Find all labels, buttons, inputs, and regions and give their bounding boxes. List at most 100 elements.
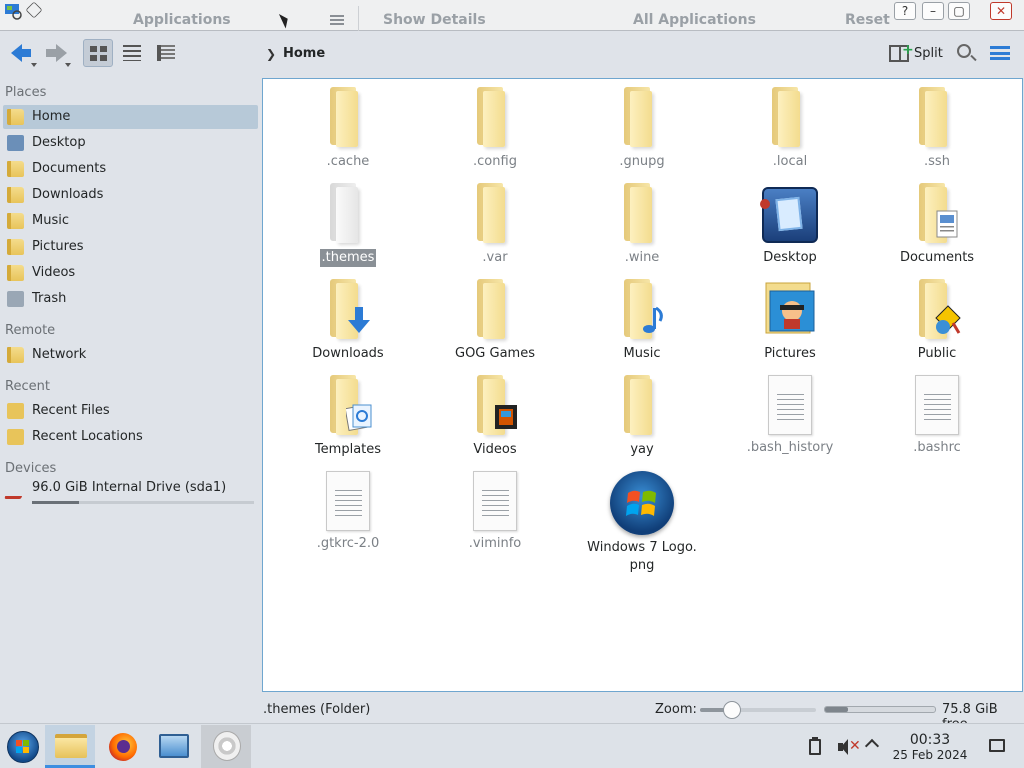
sidebar-item-pictures[interactable]: Pictures bbox=[3, 235, 258, 259]
taskbar-remote-desktop[interactable] bbox=[149, 725, 199, 768]
close-button[interactable]: ✕ bbox=[990, 2, 1012, 20]
taskbar-file-manager[interactable] bbox=[45, 725, 95, 768]
file-name-label: Windows 7 Logo. png bbox=[587, 540, 697, 573]
chevron-up-icon[interactable] bbox=[864, 738, 880, 754]
videos-emblem-icon bbox=[493, 401, 519, 431]
file-name-label: Downloads bbox=[312, 346, 384, 361]
file-item[interactable]: .wine bbox=[582, 183, 702, 267]
media-disc-icon bbox=[213, 731, 241, 761]
menu-icon[interactable] bbox=[330, 15, 344, 25]
sidebar-item-label: Trash bbox=[32, 291, 67, 306]
file-item[interactable]: .var bbox=[435, 183, 555, 267]
sidebar-item-recent-files[interactable]: Recent Files bbox=[3, 399, 258, 423]
file-item[interactable]: .themes bbox=[288, 183, 408, 267]
file-item[interactable]: GOG Games bbox=[435, 279, 555, 363]
sidebar-item-96-0-gib-internal-drive-sda1[interactable]: 96.0 GiB Internal Drive (sda1) bbox=[3, 479, 258, 504]
file-item[interactable]: Downloads bbox=[288, 279, 408, 363]
details-view-button[interactable] bbox=[151, 39, 181, 67]
hamburger-menu-icon[interactable] bbox=[990, 46, 1010, 60]
file-item[interactable]: .gtkrc-2.0 bbox=[288, 471, 408, 553]
icons-view-button[interactable] bbox=[83, 39, 113, 67]
file-item[interactable]: .cache bbox=[288, 87, 408, 171]
file-item[interactable]: .bash_history bbox=[730, 375, 850, 457]
show-details-button[interactable]: Show Details bbox=[383, 12, 486, 28]
public-emblem-icon bbox=[935, 305, 961, 335]
zoom-slider-handle[interactable] bbox=[723, 701, 742, 719]
file-item[interactable]: .local bbox=[730, 87, 850, 171]
applications-tab[interactable]: Applications bbox=[133, 12, 231, 28]
sidebar-item-downloads[interactable]: Downloads bbox=[3, 183, 258, 207]
folder-icon bbox=[913, 279, 961, 341]
details-view-icon bbox=[157, 45, 175, 61]
start-menu-button[interactable] bbox=[0, 725, 50, 768]
search-icon[interactable] bbox=[957, 44, 971, 58]
file-item[interactable]: Windows 7 Logo. png bbox=[582, 471, 702, 575]
sidebar-item-label: Recent Locations bbox=[32, 429, 143, 444]
sidebar-item-home[interactable]: Home bbox=[3, 105, 258, 129]
app-icon[interactable] bbox=[3, 2, 23, 20]
file-item[interactable]: .viminfo bbox=[435, 471, 555, 553]
compact-view-icon bbox=[123, 45, 141, 61]
hard-drive-icon bbox=[4, 483, 27, 499]
sidebar-item-network[interactable]: Network bbox=[3, 343, 258, 367]
titlebar-divider bbox=[358, 6, 359, 31]
recent-locations-icon bbox=[7, 429, 24, 445]
text-file-icon bbox=[473, 471, 517, 531]
text-file-icon bbox=[326, 471, 370, 531]
all-applications-tab[interactable]: All Applications bbox=[633, 12, 756, 28]
clock-date[interactable]: 25 Feb 2024 bbox=[880, 748, 980, 762]
help-button[interactable]: ? bbox=[894, 2, 916, 20]
sidebar-item-music[interactable]: Music bbox=[3, 209, 258, 233]
file-item[interactable]: .bashrc bbox=[877, 375, 997, 457]
sidebar-item-documents[interactable]: Documents bbox=[3, 157, 258, 181]
sidebar-item-trash[interactable]: Trash bbox=[3, 287, 258, 311]
file-view[interactable]: .cache .config .gnupg .local .ssh .themes .var… bbox=[262, 78, 1023, 692]
file-name-label: yay bbox=[630, 442, 654, 457]
free-space-bar-fill bbox=[825, 707, 849, 712]
taskbar-media-app[interactable] bbox=[201, 725, 251, 768]
file-item[interactable]: Documents bbox=[877, 183, 997, 267]
folder-icon bbox=[913, 87, 961, 149]
split-label: Split bbox=[914, 46, 943, 61]
sidebar-item-label: Documents bbox=[32, 161, 107, 176]
pin-icon[interactable] bbox=[25, 1, 43, 19]
file-name-label: .viminfo bbox=[468, 536, 522, 551]
file-item[interactable]: Pictures bbox=[730, 279, 850, 363]
breadcrumb[interactable]: Home bbox=[283, 46, 325, 61]
file-item[interactable]: .ssh bbox=[877, 87, 997, 171]
show-desktop-icon[interactable] bbox=[989, 739, 1005, 752]
compact-view-button[interactable] bbox=[117, 39, 147, 67]
desktop-icon bbox=[7, 135, 24, 151]
drive-usage-fill bbox=[32, 501, 79, 504]
file-name-label: .var bbox=[482, 250, 508, 265]
chevron-down-icon bbox=[65, 63, 71, 67]
pictures-folder-icon bbox=[7, 239, 24, 255]
maximize-button[interactable]: ▢ bbox=[948, 2, 970, 20]
back-button[interactable] bbox=[8, 39, 38, 67]
file-item[interactable]: yay bbox=[582, 375, 702, 459]
sidebar-item-recent-locations[interactable]: Recent Locations bbox=[3, 425, 258, 449]
file-item[interactable]: .gnupg bbox=[582, 87, 702, 171]
sidebar-item-desktop[interactable]: Desktop bbox=[3, 131, 258, 155]
file-item[interactable]: .config bbox=[435, 87, 555, 171]
breadcrumb-chevron-icon[interactable]: ❯ bbox=[266, 47, 276, 61]
reset-button[interactable]: Reset bbox=[845, 12, 890, 28]
file-item[interactable]: Templates bbox=[288, 375, 408, 459]
sidebar-item-videos[interactable]: Videos bbox=[3, 261, 258, 285]
folder-icon bbox=[471, 183, 519, 245]
minimize-button[interactable]: – bbox=[922, 2, 944, 20]
file-name-label: .themes bbox=[319, 249, 377, 267]
clipboard-icon[interactable] bbox=[809, 737, 821, 755]
volume-muted-icon[interactable]: ✕ bbox=[838, 738, 861, 755]
documents-emblem-icon bbox=[935, 209, 961, 239]
network-folder-icon bbox=[7, 347, 24, 363]
clock-time[interactable]: 00:33 bbox=[880, 732, 980, 748]
file-item[interactable]: Music bbox=[582, 279, 702, 363]
file-item[interactable]: Videos bbox=[435, 375, 555, 459]
forward-button[interactable] bbox=[42, 39, 72, 67]
file-item[interactable]: Public bbox=[877, 279, 997, 363]
taskbar-firefox[interactable] bbox=[97, 725, 147, 768]
file-item[interactable]: Desktop bbox=[730, 183, 850, 267]
zoom-slider[interactable] bbox=[700, 701, 816, 719]
firefox-icon bbox=[109, 733, 137, 761]
